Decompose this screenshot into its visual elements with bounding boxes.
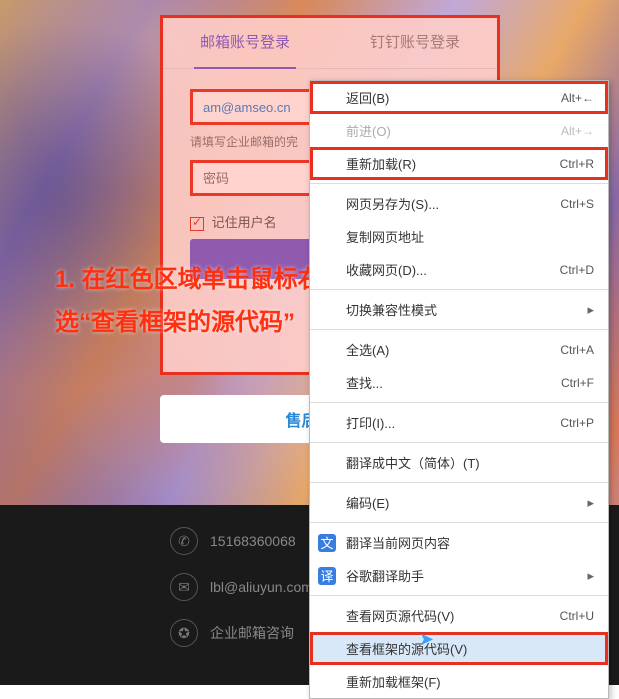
footer-email: lbl@aliuyun.com (210, 579, 313, 595)
menu-forward: 前进(O)Alt+→ (310, 114, 608, 147)
cursor-icon: ➤ (419, 629, 434, 650)
menu-view-frame-source[interactable]: 查看框架的源代码(V) (310, 632, 608, 665)
menu-encoding[interactable]: 编码(E) (310, 486, 608, 519)
context-menu: 返回(B)Alt+← 前进(O)Alt+→ 重新加载(R)Ctrl+R 网页另存… (309, 80, 609, 699)
menu-back[interactable]: 返回(B)Alt+← (310, 81, 608, 114)
menu-reload-frame[interactable]: 重新加载框架(F) (310, 665, 608, 698)
menu-view-source[interactable]: 查看网页源代码(V)Ctrl+U (310, 599, 608, 632)
menu-print[interactable]: 打印(I)...Ctrl+P (310, 406, 608, 439)
footer-contact: ✆ 15168360068 ✉ lbl@aliuyun.com ✪ 企业邮箱咨询 (170, 509, 313, 665)
menu-collect[interactable]: 收藏网页(D)...Ctrl+D (310, 253, 608, 286)
tab-email-login[interactable]: 邮箱账号登录 (160, 15, 330, 68)
footer-consult: 企业邮箱咨询 (210, 623, 294, 643)
menu-google-translate[interactable]: 译谷歌翻译助手 (310, 559, 608, 592)
menu-copy-url[interactable]: 复制网页地址 (310, 220, 608, 253)
menu-save-as[interactable]: 网页另存为(S)...Ctrl+S (310, 187, 608, 220)
g-translate-icon: 译 (318, 567, 336, 585)
menu-translate-zh[interactable]: 翻译成中文（简体）(T) (310, 446, 608, 479)
menu-find[interactable]: 查找...Ctrl+F (310, 366, 608, 399)
menu-reload[interactable]: 重新加载(R)Ctrl+R (310, 147, 608, 180)
tab-dingding-login[interactable]: 钉钉账号登录 (330, 15, 500, 68)
translate-icon: 文 (318, 534, 336, 552)
footer-phone: 15168360068 (210, 533, 296, 549)
wechat-icon: ✪ (170, 619, 198, 647)
remember-checkbox[interactable] (190, 217, 204, 231)
menu-select-all[interactable]: 全选(A)Ctrl+A (310, 333, 608, 366)
mail-icon: ✉ (170, 573, 198, 601)
remember-label: 记住用户名 (212, 215, 277, 230)
menu-translate-page[interactable]: 文翻译当前网页内容 (310, 526, 608, 559)
menu-compat[interactable]: 切换兼容性模式 (310, 293, 608, 326)
phone-icon: ✆ (170, 527, 198, 555)
